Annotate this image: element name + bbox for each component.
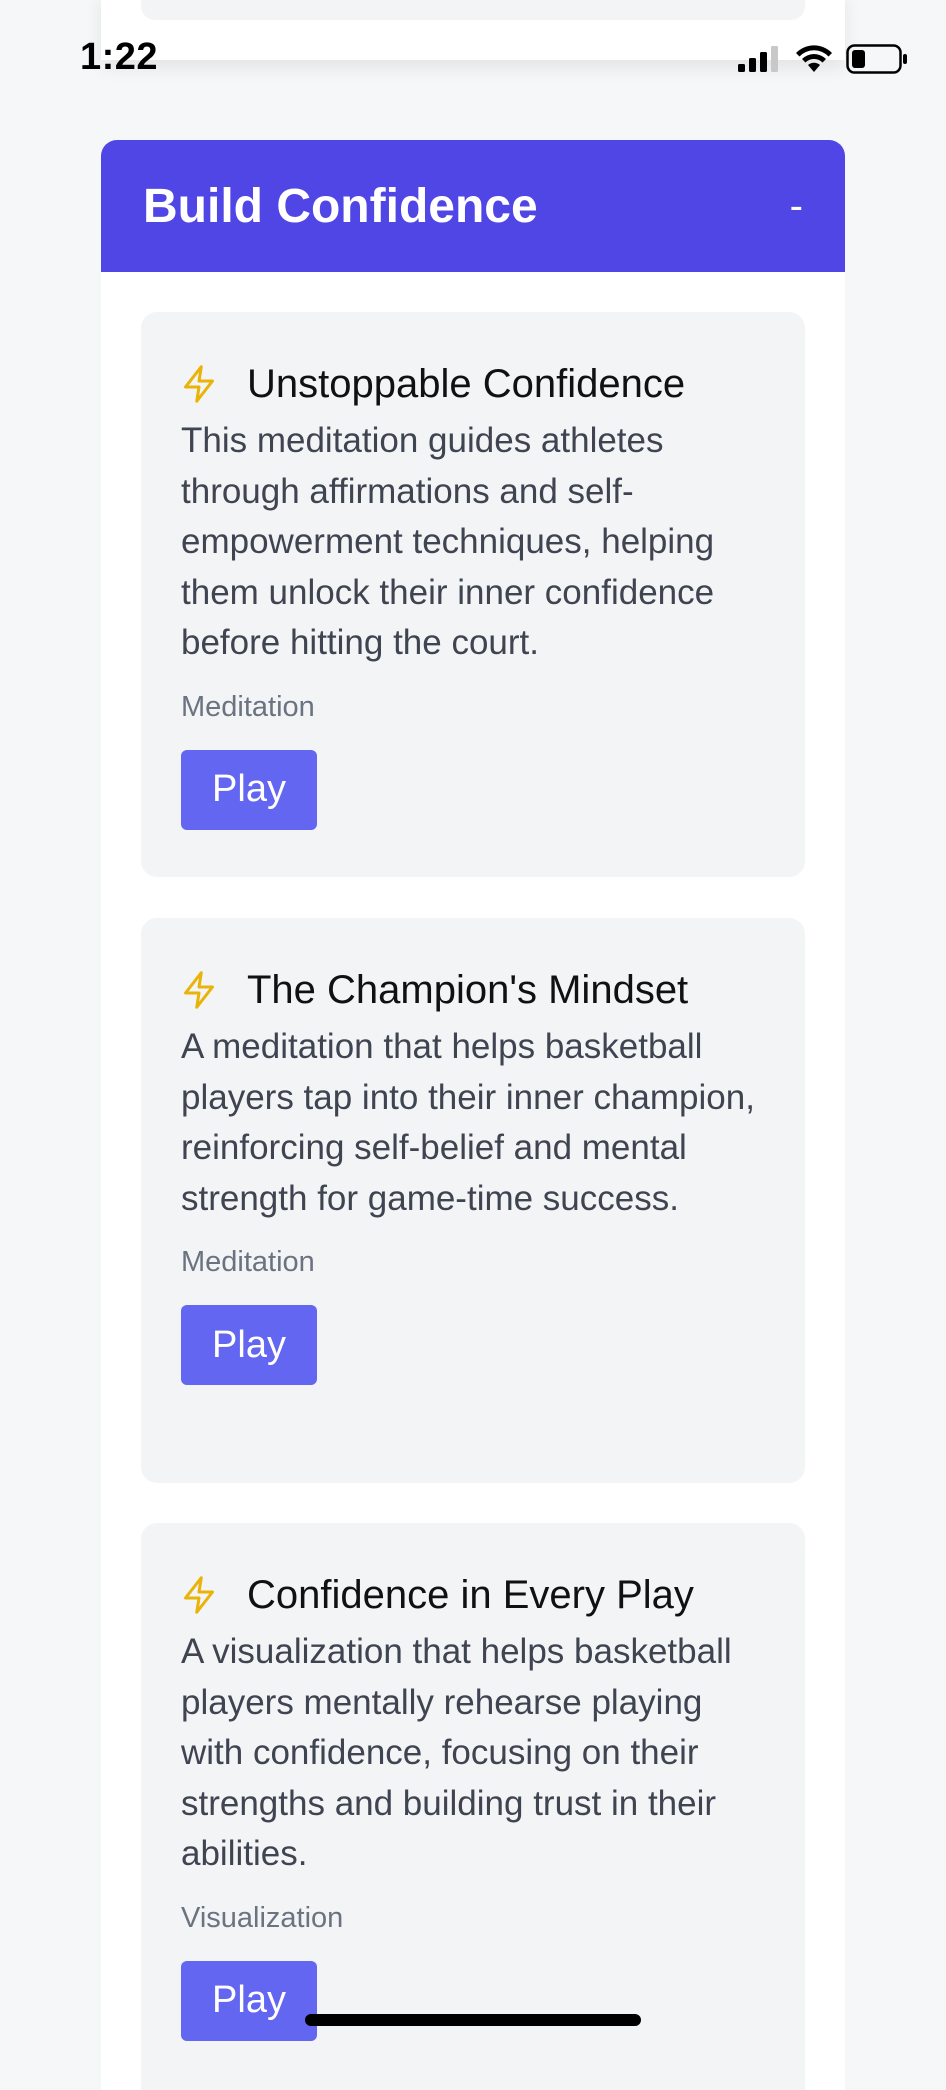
session-card: Unstoppable Confidence This meditation g… [141, 312, 805, 877]
bolt-icon [181, 970, 217, 1010]
card-header: Confidence in Every Play [181, 1571, 765, 1619]
card-description: This meditation guides athletes through … [181, 421, 715, 662]
bolt-icon [181, 1575, 217, 1615]
card-description: A meditation that helps basketball playe… [181, 1027, 755, 1218]
card-title: Confidence in Every Play [247, 1572, 694, 1617]
card-type: Visualization [181, 1901, 344, 1934]
home-indicator[interactable] [305, 2014, 641, 2026]
play-button[interactable]: Play [181, 1960, 317, 2041]
card-title: Unstoppable Confidence [247, 361, 686, 406]
bolt-icon [181, 364, 217, 404]
card-header: Unstoppable Confidence [181, 360, 765, 408]
play-button[interactable]: Play [181, 1305, 317, 1385]
session-card: The Champion's Mindset A meditation that… [141, 918, 805, 1483]
card-type: Meditation [181, 690, 315, 723]
build-confidence-section: Build Confidence - Unstoppable Confidenc… [101, 140, 845, 2090]
card-type: Meditation [181, 1246, 315, 1278]
section-header[interactable]: Build Confidence - [101, 140, 845, 272]
previous-card-bottom [141, 0, 805, 20]
play-button[interactable]: Play [181, 749, 317, 830]
collapse-toggle[interactable]: - [790, 180, 803, 233]
session-card: Confidence in Every Play A visualization… [141, 1523, 805, 2090]
section-title: Build Confidence [143, 179, 538, 233]
battery-icon [846, 44, 908, 79]
card-description: A visualization that helps basketball pl… [181, 1632, 732, 1873]
card-title: The Champion's Mindset [247, 967, 689, 1012]
card-header: The Champion's Mindset [181, 966, 765, 1014]
